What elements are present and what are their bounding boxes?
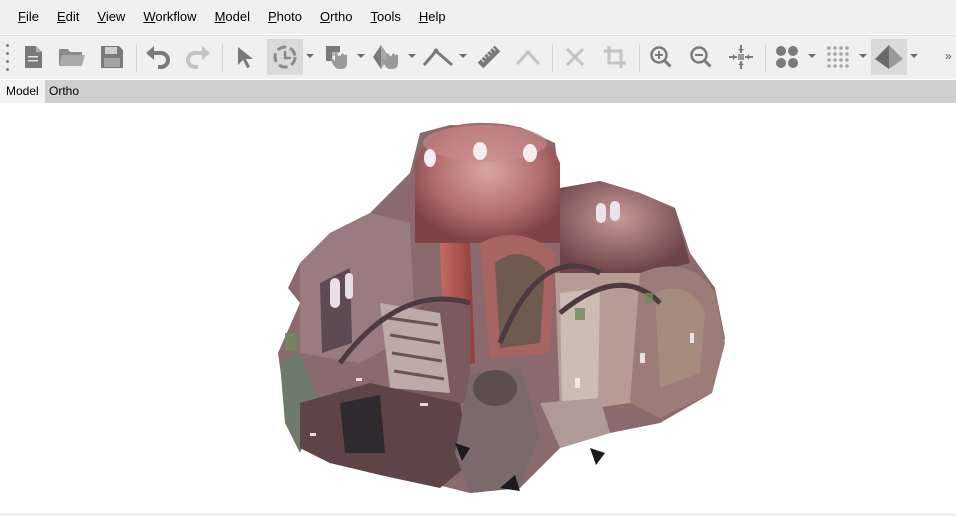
zoom-in-icon	[650, 46, 672, 68]
transform-region-button[interactable]	[369, 39, 405, 75]
toolbar-overflow-button[interactable]: »	[945, 49, 952, 63]
menu-help[interactable]: Help	[410, 0, 455, 34]
main-toolbar: »	[0, 35, 956, 79]
model-view-dropdown[interactable]	[910, 54, 918, 58]
3d-model-render	[278, 122, 725, 493]
undo-button[interactable]	[140, 39, 176, 75]
toolbar-grip-handle[interactable]	[6, 44, 10, 71]
model-shaded-button[interactable]	[871, 39, 907, 75]
menu-photo[interactable]: Photo	[259, 0, 311, 34]
navigation-button[interactable]	[226, 39, 262, 75]
redo-button[interactable]	[180, 39, 216, 75]
dense-cloud-icon	[827, 46, 849, 68]
delete-selection-button[interactable]	[557, 39, 593, 75]
crop-selection-icon	[604, 46, 626, 68]
drawing-dropdown[interactable]	[459, 54, 467, 58]
menu-workflow[interactable]: Workflow	[134, 0, 205, 34]
selection-dropdown[interactable]	[357, 54, 365, 58]
dense-cloud-button[interactable]	[820, 39, 856, 75]
region-transform-icon	[373, 45, 398, 69]
ruler-button[interactable]	[471, 39, 507, 75]
menu-file[interactable]: File	[0, 0, 48, 34]
rectangle-selection-button[interactable]	[318, 39, 354, 75]
new-document-button[interactable]	[15, 39, 51, 75]
point-cloud-icon	[776, 46, 798, 68]
rotate-object-button[interactable]	[267, 39, 303, 75]
rotate-object-dropdown[interactable]	[306, 54, 314, 58]
redo-icon	[186, 46, 210, 69]
toolbar-separator	[136, 44, 137, 72]
view-tab-bar: Model Ortho	[0, 80, 956, 103]
model-shaded-icon	[875, 45, 903, 69]
new-file-icon	[25, 46, 42, 68]
delete-selection-icon	[565, 47, 585, 67]
toolbar-separator	[765, 44, 766, 72]
menu-model[interactable]: Model	[206, 0, 259, 34]
navigation-cursor-icon	[238, 47, 253, 68]
toolbar-separator	[222, 44, 223, 72]
open-button[interactable]	[54, 39, 90, 75]
menu-edit[interactable]: Edit	[48, 0, 88, 34]
draw-polyline-button[interactable]	[420, 39, 456, 75]
toolbar-separator	[552, 44, 553, 72]
crop-selection-button[interactable]	[597, 39, 633, 75]
undo-icon	[146, 46, 170, 69]
menu-bar: File Edit View Workflow Model Photo Orth…	[0, 0, 956, 34]
reset-view-button[interactable]	[723, 39, 759, 75]
menu-tools[interactable]: Tools	[362, 0, 410, 34]
tab-model[interactable]: Model	[0, 80, 45, 103]
point-cloud-dropdown[interactable]	[808, 54, 816, 58]
model-viewport[interactable]	[0, 103, 956, 513]
draw-polyline-icon	[422, 48, 453, 67]
dense-cloud-dropdown[interactable]	[859, 54, 867, 58]
menu-view[interactable]: View	[88, 0, 134, 34]
save-icon	[101, 46, 123, 68]
ruler-icon	[477, 45, 501, 69]
point-cloud-button[interactable]	[769, 39, 805, 75]
transform-dropdown[interactable]	[408, 54, 416, 58]
zoom-out-icon	[690, 46, 712, 68]
rotate-object-icon	[273, 45, 297, 69]
reset-view-icon	[729, 45, 753, 69]
tab-ortho[interactable]: Ortho	[43, 80, 85, 103]
toolbar-separator	[639, 44, 640, 72]
menu-ortho[interactable]: Ortho	[311, 0, 362, 34]
zoom-in-button[interactable]	[643, 39, 679, 75]
zoom-out-button[interactable]	[683, 39, 719, 75]
rectangle-selection-icon	[326, 46, 347, 69]
draw-polygon-button[interactable]	[510, 39, 546, 75]
open-folder-icon	[59, 49, 85, 66]
save-button[interactable]	[94, 39, 130, 75]
draw-polygon-icon	[515, 49, 541, 66]
